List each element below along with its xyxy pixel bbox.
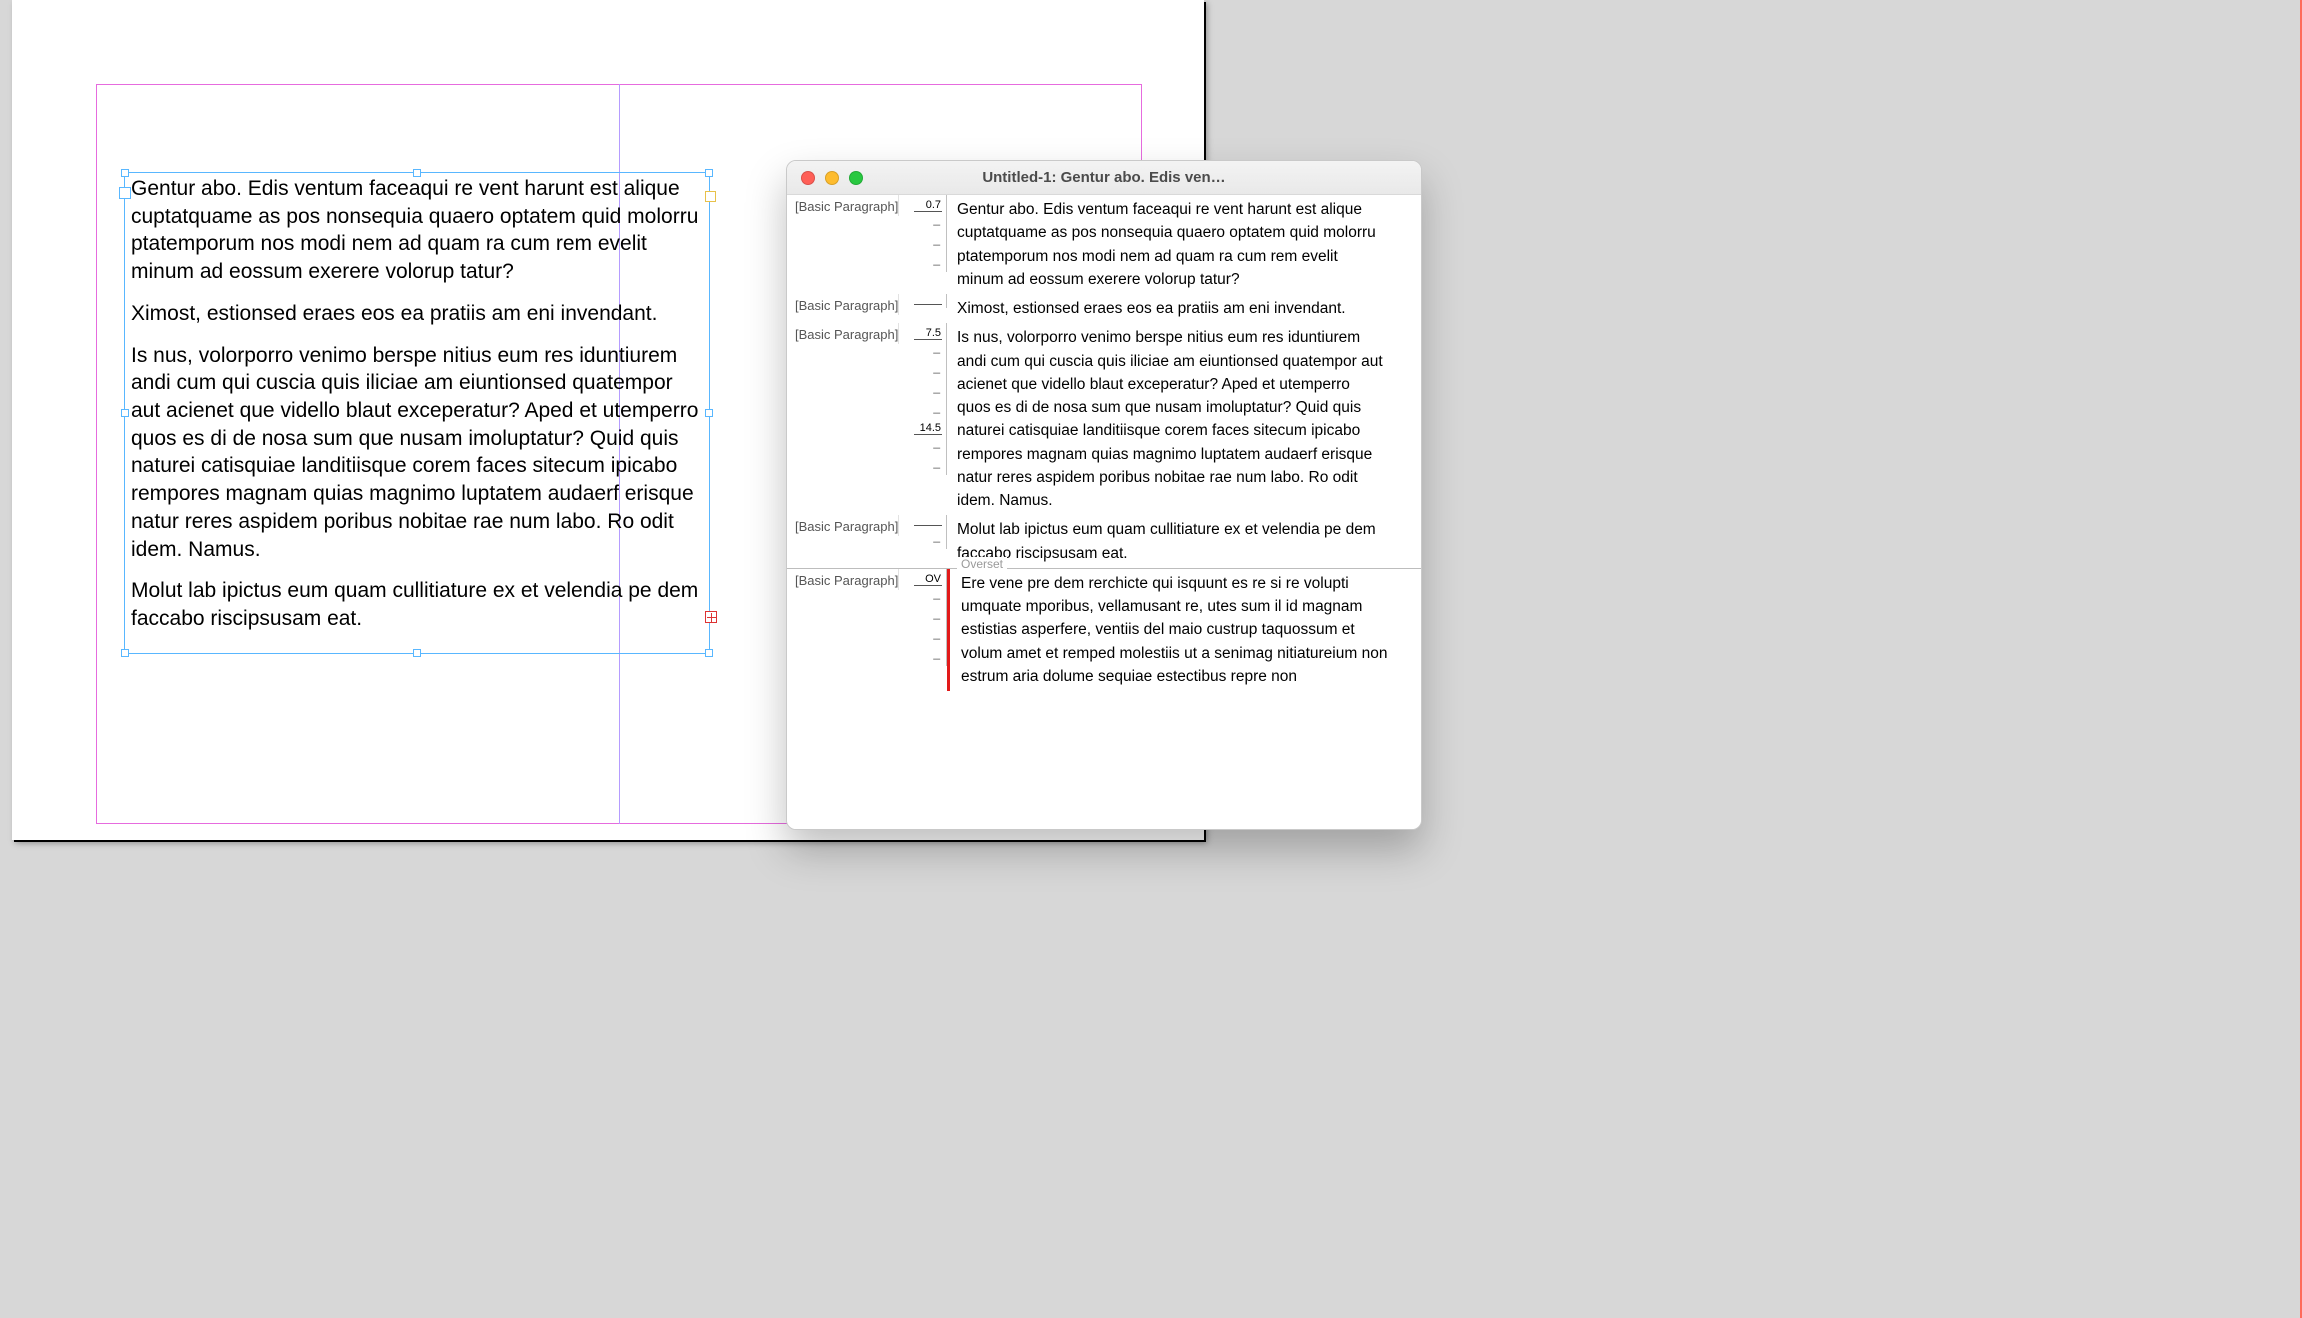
- frame-handle-bottom-left[interactable]: [121, 649, 129, 657]
- line-continuation-mark: [899, 360, 942, 380]
- story-text-line[interactable]: Is nus, volorporro venimo berspe nitius …: [957, 326, 1411, 349]
- story-text-line[interactable]: faccabo riscipsusam eat.: [957, 542, 1411, 565]
- overset-indicator: OV: [914, 573, 942, 586]
- line-continuation-mark: [899, 455, 942, 475]
- paragraph-depth-value: [914, 304, 942, 305]
- frame-handle-middle-left[interactable]: [121, 409, 129, 417]
- story-info-column: [899, 515, 947, 549]
- line-continuation-mark: [899, 646, 942, 666]
- frame-handle-bottom-middle[interactable]: [413, 649, 421, 657]
- story-text-line[interactable]: andi cum qui cuscia quis iliciae am eiun…: [957, 350, 1411, 373]
- frame-handle-top-left[interactable]: [121, 169, 129, 177]
- window-minimize-button[interactable]: [825, 171, 839, 185]
- window-close-button[interactable]: [801, 171, 815, 185]
- frame-out-port-overset[interactable]: [705, 611, 717, 623]
- line-continuation-mark: [899, 529, 942, 549]
- story-text-line[interactable]: acienet que vidello blaut exceperatur? A…: [957, 373, 1411, 396]
- line-continuation-mark: [899, 232, 942, 252]
- frame-handle-middle-right[interactable]: [705, 409, 713, 417]
- story-text-line[interactable]: Gentur abo. Edis ventum faceaqui re vent…: [957, 198, 1411, 221]
- paragraph-style-name[interactable]: [Basic Paragraph]: [787, 515, 899, 536]
- story-paragraph-row: [Basic Paragraph] 0.7 Gentur abo. Edis ven…: [787, 195, 1421, 294]
- line-continuation-mark: [899, 435, 942, 455]
- story-editor-body[interactable]: [Basic Paragraph] 0.7 Gentur abo. Edis ven…: [787, 195, 1421, 829]
- story-text-line[interactable]: Ere vene pre dem rerchicte qui isquunt e…: [961, 572, 1411, 595]
- line-continuation-mark: [899, 626, 942, 646]
- frame-handle-bottom-right[interactable]: [705, 649, 713, 657]
- paragraph-depth-value: [914, 525, 942, 526]
- text-frame-paragraph[interactable]: Molut lab ipictus eum quam cullitiature …: [131, 577, 705, 632]
- paragraph-depth-value: 0.7: [914, 199, 942, 212]
- story-paragraph-row: [Basic Paragraph] Molut lab ipictus eum q…: [787, 515, 1421, 568]
- story-editor-window[interactable]: Untitled-1: Gentur abo. Edis ven… [Basic…: [786, 160, 1422, 830]
- paragraph-style-name[interactable]: [Basic Paragraph]: [787, 195, 899, 216]
- frame-handle-top-right[interactable]: [705, 169, 713, 177]
- frame-thread-indicator[interactable]: [705, 191, 716, 202]
- story-text-line[interactable]: minum ad eossum exerere volorup tatur?: [957, 268, 1411, 291]
- story-text-line[interactable]: Molut lab ipictus eum quam cullitiature …: [957, 518, 1411, 541]
- text-frame-paragraph[interactable]: Gentur abo. Edis ventum faceaqui re vent…: [131, 175, 705, 286]
- overset-label: Overset: [957, 557, 1007, 571]
- story-text[interactable]: Ximost, estionsed eraes eos ea pratiis a…: [947, 294, 1421, 323]
- story-text-line[interactable]: quos es di de nosa sum que nusam imolupt…: [957, 396, 1411, 419]
- paragraph-style-name[interactable]: [Basic Paragraph]: [787, 323, 899, 344]
- paragraph-style-name[interactable]: [Basic Paragraph]: [787, 294, 899, 315]
- paragraph-style-name[interactable]: [Basic Paragraph]: [787, 569, 899, 590]
- story-info-column: 0.7: [899, 195, 947, 272]
- story-text-line[interactable]: naturei catisquiae landitiisque corem fa…: [957, 419, 1411, 442]
- story-text-line[interactable]: umquate mporibus, vellamusant re, utes s…: [961, 595, 1411, 618]
- story-paragraph-row: [Basic Paragraph] Ximost, estionsed eraes…: [787, 294, 1421, 323]
- story-paragraph-row: [Basic Paragraph] 7.5 14.5 Is nus, volorpor…: [787, 323, 1421, 515]
- paragraph-depth-value: 7.5: [914, 327, 942, 340]
- line-continuation-mark: [899, 340, 942, 360]
- story-info-column: [899, 294, 947, 308]
- text-frame-paragraph[interactable]: Ximost, estionsed eraes eos ea pratiis a…: [131, 300, 705, 328]
- text-frame[interactable]: Gentur abo. Edis ventum faceaqui re vent…: [124, 172, 710, 654]
- story-text-line[interactable]: cuptatquame as pos nonsequia quaero opta…: [957, 221, 1411, 244]
- story-text-line[interactable]: ptatemporum nos modi nem ad quam ra cum …: [957, 245, 1411, 268]
- frame-handle-top-middle[interactable]: [413, 169, 421, 177]
- story-text-line[interactable]: volum amet et remped molestiis ut a seni…: [961, 642, 1411, 665]
- text-frame-paragraph[interactable]: Is nus, volorporro venimo berspe nitius …: [131, 342, 705, 564]
- line-continuation-mark: [899, 606, 942, 626]
- story-text-line[interactable]: estrum aria dolume sequiae estectibus re…: [961, 665, 1411, 688]
- story-text-line[interactable]: estistias asperfere, ventiis del maio cu…: [961, 618, 1411, 641]
- story-info-column: OV: [899, 569, 947, 666]
- frame-in-port[interactable]: [119, 187, 131, 199]
- paragraph-depth-value: 14.5: [914, 422, 942, 435]
- story-text[interactable]: Is nus, volorporro venimo berspe nitius …: [947, 323, 1421, 515]
- line-continuation-mark: [899, 212, 942, 232]
- story-text-line[interactable]: idem. Namus.: [957, 489, 1411, 512]
- story-text[interactable]: Ere vene pre dem rerchicte qui isquunt e…: [947, 569, 1421, 691]
- line-continuation-mark: [899, 380, 942, 400]
- story-text-line[interactable]: rempores magnam quias magnimo luptatem a…: [957, 443, 1411, 466]
- story-editor-title: Untitled-1: Gentur abo. Edis ven…: [787, 169, 1421, 186]
- window-zoom-button[interactable]: [849, 171, 863, 185]
- story-info-column: 7.5 14.5: [899, 323, 947, 475]
- story-editor-titlebar[interactable]: Untitled-1: Gentur abo. Edis ven…: [787, 161, 1421, 195]
- story-text[interactable]: Molut lab ipictus eum quam cullitiature …: [947, 515, 1421, 568]
- window-traffic-lights: [787, 171, 863, 185]
- story-paragraph-row: [Basic Paragraph] OV Ere vene pre dem rerc…: [787, 569, 1421, 691]
- line-continuation-mark: [899, 586, 942, 606]
- line-continuation-mark: [899, 252, 942, 272]
- story-text-line[interactable]: Ximost, estionsed eraes eos ea pratiis a…: [957, 297, 1411, 320]
- story-text-line[interactable]: natur reres aspidem poribus nobitae rae …: [957, 466, 1411, 489]
- story-text[interactable]: Gentur abo. Edis ventum faceaqui re vent…: [947, 195, 1421, 294]
- overset-bar: [947, 569, 950, 691]
- line-continuation-mark: [899, 400, 942, 420]
